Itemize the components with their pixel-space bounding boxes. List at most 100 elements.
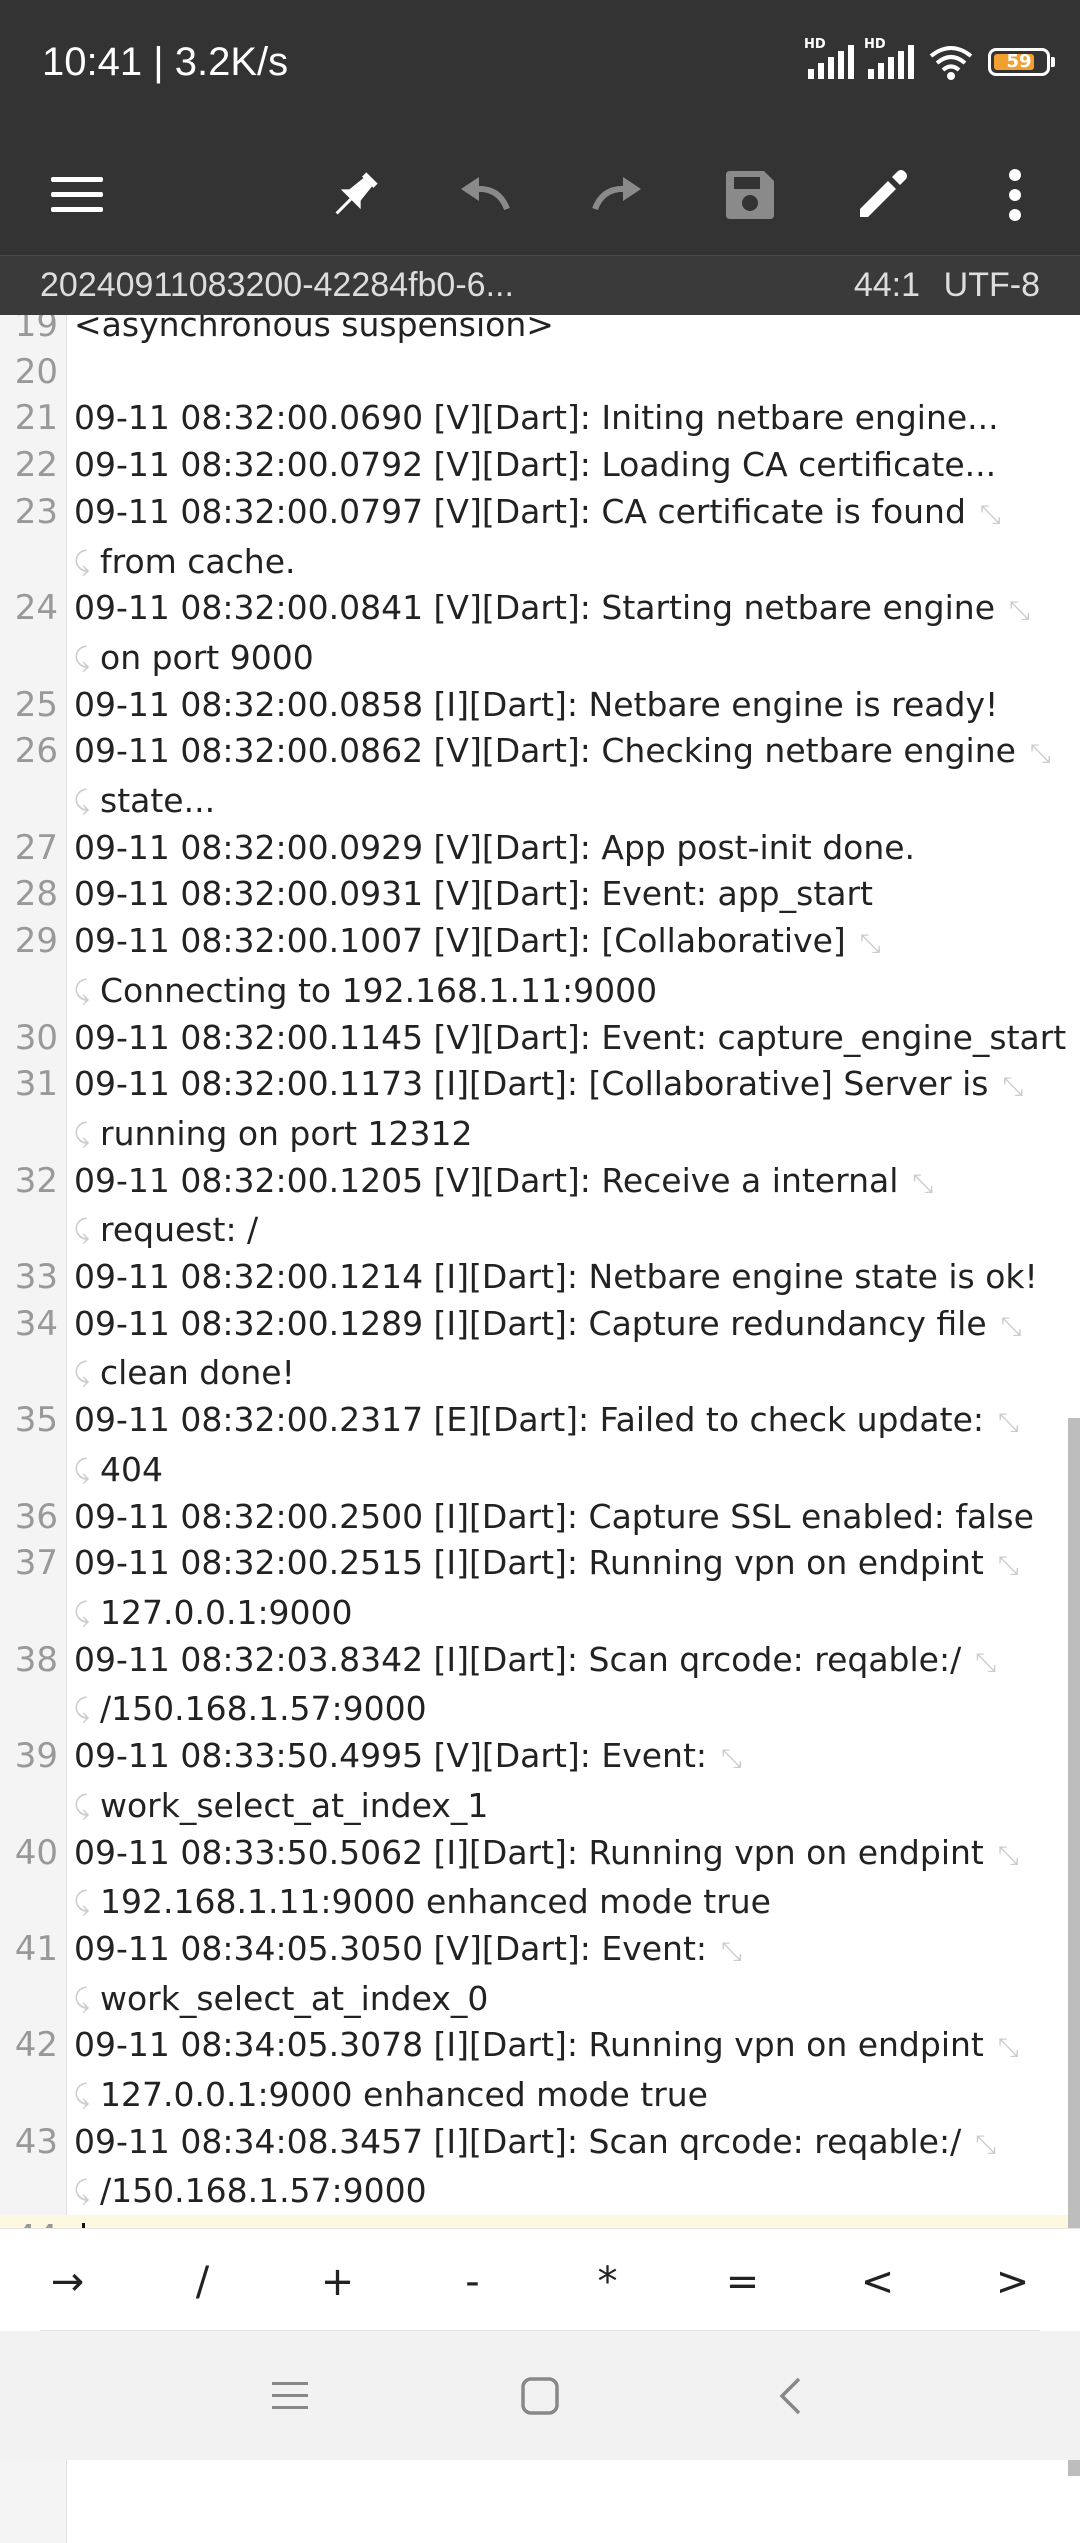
undo-button[interactable] — [430, 135, 540, 255]
navigation-bar — [0, 2331, 1080, 2460]
line-content[interactable]: 09-11 08:32:00.0690 [V][Dart]: Initing n… — [66, 395, 1080, 442]
editor-line[interactable]: 33 09-11 08:32:00.1214 [I][Dart]: Netbare… — [0, 1254, 1080, 1301]
line-text-segment: 09-11 08:34:05.3050 [V][Dart]: Event: ⤡ — [66, 1926, 1080, 1976]
editor[interactable]: 19 <asynchronous suspension> 20 21 09-11 08:… — [0, 315, 1080, 2543]
line-content[interactable]: 09-11 08:32:00.0841 [V][Dart]: Starting … — [66, 585, 1080, 681]
symbol-key[interactable]: - — [405, 2229, 540, 2334]
editor-line[interactable]: 42 09-11 08:34:05.3078 [I][Dart]: Running… — [0, 2022, 1080, 2118]
editor-line[interactable]: 25 09-11 08:32:00.0858 [I][Dart]: Netbare… — [0, 682, 1080, 729]
more-options-button[interactable] — [960, 135, 1070, 255]
menu-button[interactable] — [22, 135, 132, 255]
encoding[interactable]: UTF-8 — [944, 266, 1040, 305]
wrap-continue-icon: ⤹ — [74, 2080, 90, 2111]
home-button[interactable] — [485, 2331, 595, 2460]
line-text: 09-11 08:32:00.1145 [V][Dart]: Event: ca… — [74, 1017, 1067, 1057]
line-text: 127.0.0.1:9000 enhanced mode true — [100, 2075, 708, 2115]
wrap-icon: ⤡ — [998, 1408, 1019, 1439]
status-icons: HD HD 59 — [804, 37, 1055, 80]
line-content[interactable]: 09-11 08:34:05.3078 [I][Dart]: Running v… — [66, 2022, 1080, 2118]
line-content[interactable]: 09-11 08:32:00.1289 [I][Dart]: Capture r… — [66, 1301, 1080, 1397]
line-content[interactable]: 09-11 08:32:00.0929 [V][Dart]: App post-… — [66, 825, 1080, 872]
line-text: 09-11 08:32:00.0931 [V][Dart]: Event: ap… — [74, 874, 873, 914]
symbol-key[interactable]: * — [540, 2229, 675, 2334]
line-content[interactable]: 09-11 08:33:50.5062 [I][Dart]: Running v… — [66, 1830, 1080, 1926]
line-content[interactable]: 09-11 08:32:00.0858 [I][Dart]: Netbare e… — [66, 682, 1080, 729]
symbol-key[interactable]: < — [810, 2229, 945, 2334]
line-content[interactable]: 09-11 08:32:00.1007 [V][Dart]: [Collabor… — [66, 918, 1080, 1014]
symbol-key-bar: → / + - * = < > — [0, 2228, 1080, 2334]
line-text: 404 — [100, 1449, 163, 1489]
line-content[interactable]: 09-11 08:32:00.1205 [V][Dart]: Receive a… — [66, 1158, 1080, 1254]
editor-line[interactable]: 27 09-11 08:32:00.0929 [V][Dart]: App pos… — [0, 825, 1080, 872]
line-text-segment: ⤹ Connecting to 192.168.1.11:9000 — [66, 968, 1080, 1015]
editor-line[interactable]: 26 09-11 08:32:00.0862 [V][Dart]: Checkin… — [0, 728, 1080, 824]
editor-line[interactable]: 38 09-11 08:32:03.8342 [I][Dart]: Scan qr… — [0, 1637, 1080, 1733]
editor-lines[interactable]: 19 <asynchronous suspension> 20 21 09-11 08:… — [0, 315, 1080, 2262]
line-text: Connecting to 192.168.1.11:9000 — [100, 970, 658, 1010]
line-content[interactable]: 09-11 08:32:00.2500 [I][Dart]: Capture S… — [66, 1494, 1080, 1541]
editor-line[interactable]: 43 09-11 08:34:08.3457 [I][Dart]: Scan qr… — [0, 2119, 1080, 2215]
editor-line[interactable]: 36 09-11 08:32:00.2500 [I][Dart]: Capture… — [0, 1494, 1080, 1541]
save-button[interactable] — [695, 135, 805, 255]
line-content[interactable] — [66, 349, 1080, 396]
editor-line[interactable]: 22 09-11 08:32:00.0792 [V][Dart]: Loading… — [0, 442, 1080, 489]
wrap-icon: ⤡ — [997, 1840, 1019, 1871]
editor-line[interactable]: 37 09-11 08:32:00.2515 [I][Dart]: Running… — [0, 1540, 1080, 1636]
line-content[interactable]: 09-11 08:32:00.1145 [V][Dart]: Event: ca… — [66, 1015, 1080, 1062]
line-number: 27 — [14, 827, 58, 868]
line-text: 09-11 08:34:08.3457 [I][Dart]: Scan qrco… — [74, 2121, 962, 2161]
editor-line[interactable]: 24 09-11 08:32:00.0841 [V][Dart]: Startin… — [0, 585, 1080, 681]
line-content[interactable]: 09-11 08:32:00.1173 [I][Dart]: [Collabor… — [66, 1061, 1080, 1157]
editor-line[interactable]: 19 <asynchronous suspension> — [0, 315, 1080, 349]
line-content[interactable]: 09-11 08:32:00.2317 [E][Dart]: Failed to… — [66, 1397, 1080, 1493]
line-content[interactable]: 09-11 08:33:50.4995 [V][Dart]: Event: ⤡ ⤹ w… — [66, 1733, 1080, 1829]
editor-line[interactable]: 41 09-11 08:34:05.3050 [V][Dart]: Event: ⤡… — [0, 1926, 1080, 2022]
symbol-key[interactable]: → — [0, 2229, 135, 2334]
editor-line[interactable]: 31 09-11 08:32:00.1173 [I][Dart]: [Collab… — [0, 1061, 1080, 1157]
line-text: /150.168.1.57:9000 — [100, 2171, 427, 2211]
redo-button[interactable] — [562, 135, 672, 255]
line-content[interactable]: 09-11 08:32:00.0862 [V][Dart]: Checking … — [66, 728, 1080, 824]
line-content[interactable]: <asynchronous suspension> — [66, 315, 1080, 349]
editor-line[interactable]: 34 09-11 08:32:00.1289 [I][Dart]: Capture… — [0, 1301, 1080, 1397]
symbol-key[interactable]: = — [675, 2229, 810, 2334]
line-text-segment: 09-11 08:34:08.3457 [I][Dart]: Scan qrco… — [66, 2119, 1080, 2169]
editor-line[interactable]: 23 09-11 08:32:00.0797 [V][Dart]: CA cert… — [0, 489, 1080, 585]
editor-line[interactable]: 28 09-11 08:32:00.0931 [V][Dart]: Event: … — [0, 871, 1080, 918]
line-content[interactable]: 09-11 08:34:08.3457 [I][Dart]: Scan qrco… — [66, 2119, 1080, 2215]
line-number: 22 — [14, 445, 58, 486]
save-icon — [726, 171, 774, 219]
editor-line[interactable]: 21 09-11 08:32:00.0690 [V][Dart]: Initing… — [0, 395, 1080, 442]
editor-line[interactable]: 20 — [0, 349, 1080, 396]
line-number: 33 — [14, 1257, 58, 1298]
back-button[interactable] — [735, 2331, 845, 2460]
line-content[interactable]: 09-11 08:32:00.0797 [V][Dart]: CA certif… — [66, 489, 1080, 585]
status-time: 10:41 | 3.2K/s — [42, 40, 289, 84]
pin-button[interactable] — [300, 135, 410, 255]
line-text-segment: 09-11 08:32:00.1145 [V][Dart]: Event: ca… — [66, 1015, 1080, 1062]
edit-button[interactable] — [827, 135, 937, 255]
editor-line[interactable]: 30 09-11 08:32:00.1145 [V][Dart]: Event: … — [0, 1015, 1080, 1062]
recents-button[interactable] — [235, 2331, 345, 2460]
editor-line[interactable]: 39 09-11 08:33:50.4995 [V][Dart]: Event: ⤡… — [0, 1733, 1080, 1829]
line-content[interactable]: 09-11 08:32:00.2515 [I][Dart]: Running v… — [66, 1540, 1080, 1636]
line-content[interactable]: 09-11 08:32:00.0931 [V][Dart]: Event: ap… — [66, 871, 1080, 918]
symbol-key[interactable]: / — [135, 2229, 270, 2334]
line-content[interactable]: 09-11 08:34:05.3050 [V][Dart]: Event: ⤡ ⤹ w… — [66, 1926, 1080, 2022]
editor-line[interactable]: 35 09-11 08:32:00.2317 [E][Dart]: Failed … — [0, 1397, 1080, 1493]
pin-icon — [335, 172, 378, 215]
editor-line[interactable]: 40 09-11 08:33:50.5062 [I][Dart]: Running… — [0, 1830, 1080, 1926]
line-text-segment: 09-11 08:32:00.1007 [V][Dart]: [Collabor… — [66, 918, 1080, 968]
line-text-segment: ⤹ /150.168.1.57:9000 — [66, 2168, 1080, 2215]
editor-line[interactable]: 29 09-11 08:32:00.1007 [V][Dart]: [Collab… — [0, 918, 1080, 1014]
file-name[interactable]: 20240911083200-42284fb0-6... — [40, 266, 514, 305]
symbol-key[interactable]: + — [270, 2229, 405, 2334]
line-content[interactable]: 09-11 08:32:00.0792 [V][Dart]: Loading C… — [66, 442, 1080, 489]
line-content[interactable]: 09-11 08:32:03.8342 [I][Dart]: Scan qrco… — [66, 1637, 1080, 1733]
hd-badge: HD — [864, 37, 886, 52]
line-number: 23 — [14, 491, 58, 532]
line-content[interactable]: 09-11 08:32:00.1214 [I][Dart]: Netbare e… — [66, 1254, 1080, 1301]
line-text-segment: ⤹ on port 9000 — [66, 635, 1080, 682]
editor-line[interactable]: 32 09-11 08:32:00.1205 [V][Dart]: Receive… — [0, 1158, 1080, 1254]
symbol-key[interactable]: > — [945, 2229, 1080, 2334]
